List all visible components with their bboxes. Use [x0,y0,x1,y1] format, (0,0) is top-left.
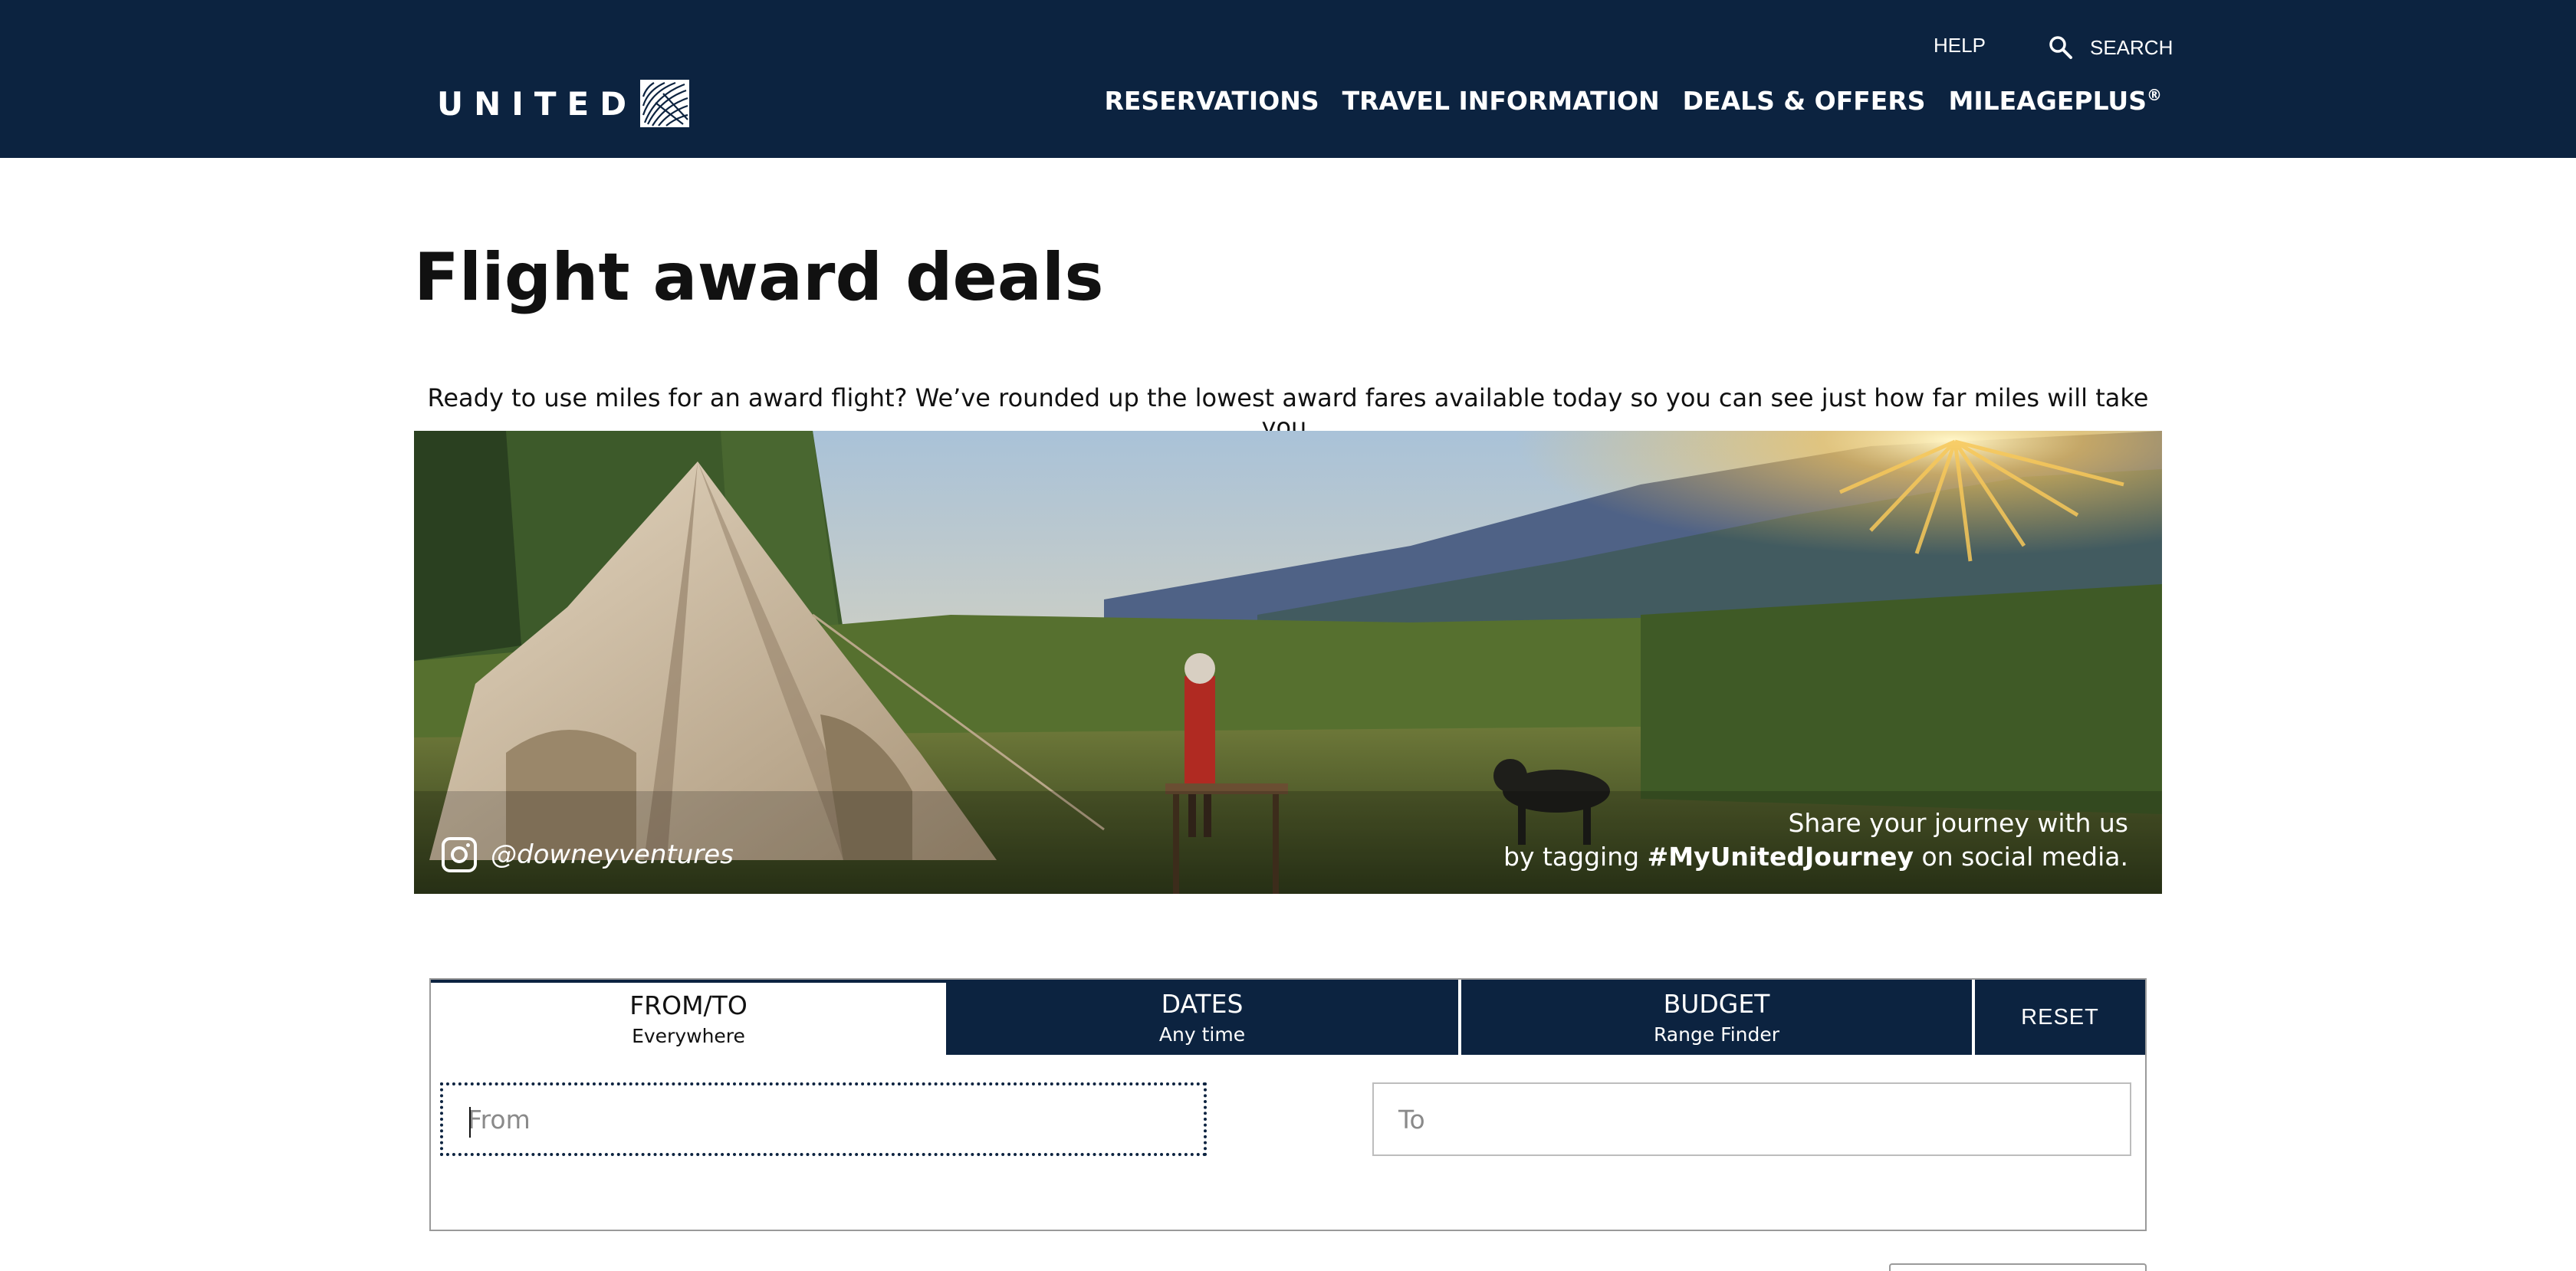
instagram-credit[interactable]: @downeyventures [442,837,734,872]
partial-button-below[interactable] [1889,1263,2147,1271]
help-label: HELP [1934,34,1986,57]
award-search-panel: FROM/TO Everywhere DATES Any time BUDGET… [429,978,2147,1231]
share-hashtag: #MyUnitedJourney [1647,842,1914,872]
instagram-icon [442,837,477,872]
share-prefix: by tagging [1503,842,1648,872]
share-line-2: by tagging #MyUnitedJourney on social me… [1503,840,2128,874]
to-input[interactable]: To [1372,1082,2131,1156]
united-globe-icon [640,80,690,127]
share-line-1: Share your journey with us [1788,808,2128,838]
tab-from-to[interactable]: FROM/TO Everywhere [431,980,946,1055]
share-suffix: on social media. [1914,842,2128,872]
registered-mark: ® [2147,86,2162,104]
search-tabs: FROM/TO Everywhere DATES Any time BUDGET… [431,980,2145,1055]
from-input[interactable]: From [440,1082,1207,1156]
tab-dates[interactable]: DATES Any time [946,980,1461,1055]
tab-budget-title: BUDGET [1663,989,1770,1019]
nav-mileageplus-label: MILEAGEPLUS [1948,86,2147,116]
tab-from-to-title: FROM/TO [629,990,748,1020]
search-label: SEARCH [2090,35,2174,59]
united-logo[interactable]: UNITED [437,80,690,127]
hero-banner: @downeyventures Share your journey with … [414,431,2162,894]
main-nav: RESERVATIONS TRAVEL INFORMATION DEALS & … [1104,86,2162,116]
share-message: Share your journey with us by tagging #M… [1503,806,2128,874]
search-icon [2049,36,2072,59]
search-link[interactable]: SEARCH [2047,34,2173,61]
tab-budget-sub: Range Finder [1653,1023,1780,1046]
nav-mileageplus[interactable]: MILEAGEPLUS® [1949,86,2162,116]
instagram-handle: @downeyventures [491,839,734,870]
site-header: UNITED HELP SEARCH RESERVATIONS TRAVEL I… [0,0,2576,158]
nav-travel-information[interactable]: TRAVEL INFORMATION [1342,86,1660,116]
brand-wordmark: UNITED [437,84,638,123]
tab-budget[interactable]: BUDGET Range Finder [1461,980,1975,1055]
page-title: Flight award deals [414,239,1104,316]
reset-label: RESET [2021,1004,2099,1030]
help-link[interactable]: HELP [1934,34,1986,57]
tab-from-to-sub: Everywhere [632,1025,745,1047]
to-placeholder: To [1398,1104,1425,1135]
nav-reservations[interactable]: RESERVATIONS [1104,86,1319,116]
tab-dates-title: DATES [1161,989,1244,1019]
tab-dates-sub: Any time [1158,1023,1246,1046]
from-placeholder: From [468,1104,531,1135]
reset-button[interactable]: RESET [1975,980,2145,1055]
nav-deals-offers[interactable]: DEALS & OFFERS [1683,86,1926,116]
